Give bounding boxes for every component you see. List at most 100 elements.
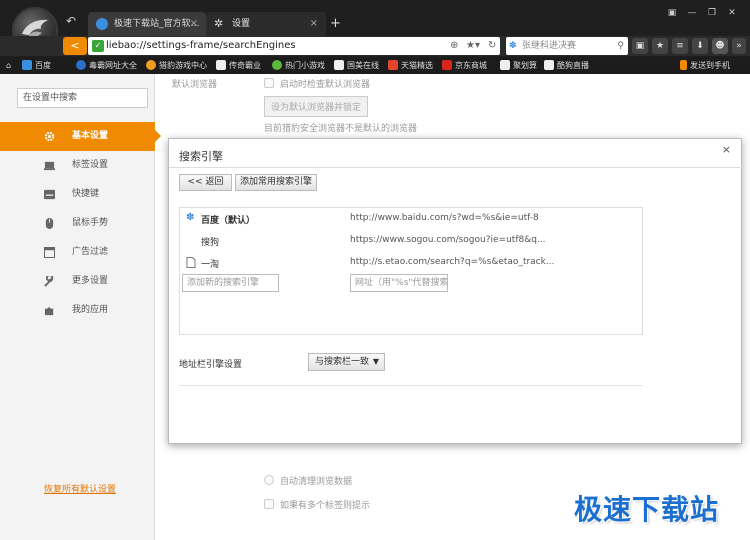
sidebar-item-label: 快捷键 xyxy=(72,189,100,199)
globe-icon xyxy=(96,18,108,30)
document-icon xyxy=(186,257,196,268)
tab-close-icon[interactable]: × xyxy=(190,12,198,36)
bookmark-gome[interactable]: 国美在线 xyxy=(334,57,379,74)
page-icon xyxy=(216,60,226,70)
multi-tab-option[interactable]: 如果有多个标签则提示 xyxy=(264,498,370,511)
search-engine-list: ✽ 百度（默认） http://www.baidu.com/s?wd=%s&ie… xyxy=(179,207,643,335)
settings-search-input[interactable]: 在设置中搜索 xyxy=(17,88,148,108)
search-icon[interactable]: ⚲ xyxy=(617,37,624,55)
page-icon xyxy=(500,60,510,70)
check-default-option[interactable]: 启动时检查默认浏览器 xyxy=(264,77,370,90)
address-bar-engine-select[interactable]: 与搜索栏一致 ▼ xyxy=(308,353,385,371)
sidebar-item-shortcuts[interactable]: 快捷键 xyxy=(0,180,155,209)
search-engines-dialog: 搜索引擎 × << 返回 添加常用搜索引擎 ✽ 百度（默认） http://ww… xyxy=(168,138,743,444)
favorite-star-icon[interactable]: ★▾ xyxy=(466,37,480,55)
sidebar-item-basic[interactable]: 基本设置 xyxy=(0,122,161,151)
maximize-button[interactable]: ❐ xyxy=(704,6,720,20)
history-back-icon[interactable]: ↶ xyxy=(66,14,76,28)
menu-icon[interactable]: ≡ xyxy=(672,38,688,54)
bookmark-duba[interactable]: 毒霸网址大全 xyxy=(76,57,137,74)
dialog-close-icon[interactable]: × xyxy=(722,143,731,156)
baidu-icon xyxy=(22,60,32,70)
sidebar-item-gestures[interactable]: 鼠标手势 xyxy=(0,209,155,238)
window-icon xyxy=(44,247,55,258)
engine-url: http://s.etao.com/search?q=%s&etao_track… xyxy=(350,257,555,267)
game-icon[interactable]: ☻ xyxy=(712,38,728,54)
tmall-icon xyxy=(388,60,398,70)
divider xyxy=(179,385,643,386)
tab-download-site[interactable]: 极速下载站_官方软… × xyxy=(88,12,206,36)
checkbox[interactable] xyxy=(264,78,274,88)
back-button[interactable]: << 返回 xyxy=(179,174,232,191)
download-icon[interactable]: ⬇ xyxy=(692,38,708,54)
phone-icon xyxy=(680,60,687,70)
game-center-icon xyxy=(146,60,156,70)
sidebar-item-apps[interactable]: 我的应用 xyxy=(0,296,155,325)
list-item[interactable]: 一淘 http://s.etao.com/search?q=%s&etao_tr… xyxy=(180,253,642,273)
address-bar-engine-label: 地址栏引擎设置 xyxy=(179,360,243,370)
engine-name: 百度（默认） xyxy=(201,216,256,226)
new-engine-name-input[interactable]: 添加新的搜索引擎 xyxy=(182,274,279,292)
default-browser-hint: 目前猎豹安全浏览器不是默认的浏览器 xyxy=(264,124,418,134)
minimize-button[interactable]: — xyxy=(684,6,700,20)
address-bar[interactable]: ✓ liebao://settings-frame/searchEngines … xyxy=(88,37,500,55)
tab-title: 极速下载站_官方软… xyxy=(114,19,200,29)
gear-icon: ✲ xyxy=(214,17,224,30)
close-window-button[interactable]: ✕ xyxy=(724,6,740,20)
more-icon[interactable]: » xyxy=(732,38,746,54)
compat-mode-icon[interactable]: ⊕ xyxy=(450,37,458,55)
duba-icon xyxy=(76,60,86,70)
default-browser-label: 默认浏览器 xyxy=(172,80,218,90)
skin-icon[interactable]: ▣ xyxy=(664,6,680,20)
back-button[interactable]: < xyxy=(63,37,87,55)
laptop-icon xyxy=(44,161,55,171)
new-engine-url-input[interactable]: 网址（用"%s"代替搜索字 xyxy=(350,274,448,292)
watermark: 极速下载站 xyxy=(574,493,720,526)
engine-name: 搜狗 xyxy=(201,238,220,248)
auto-clear-option[interactable]: 自动清理浏览数据 xyxy=(264,474,352,487)
list-item[interactable]: ✽ 百度（默认） http://www.baidu.com/s?wd=%s&ie… xyxy=(180,209,642,229)
page-icon xyxy=(334,60,344,70)
engine-url: http://www.baidu.com/s?wd=%s&ie=utf-8 xyxy=(350,213,539,223)
bookmarks-bar: ⌂ 百度 毒霸网址大全 猎豹游戏中心 传奇霸业 热门小游戏 国美在线 天猫精选 … xyxy=(0,57,750,74)
navigation-bar: < ✓ liebao://settings-frame/searchEngine… xyxy=(0,36,750,56)
bookmark-baidu[interactable]: 百度 xyxy=(22,57,51,74)
restore-defaults-link[interactable]: 恢复所有默认设置 xyxy=(44,482,116,495)
settings-search-placeholder: 在设置中搜索 xyxy=(23,93,78,103)
page-icon xyxy=(544,60,554,70)
sidebar-item-label: 鼠标手势 xyxy=(72,218,109,228)
tab-close-icon[interactable]: × xyxy=(310,12,318,36)
bookmark-juhuasuan[interactable]: 聚划算 xyxy=(500,57,537,74)
jd-icon xyxy=(442,60,452,70)
sidebar-item-tabs[interactable]: 标签设置 xyxy=(0,151,155,180)
lock-icon[interactable]: ▣ xyxy=(632,38,648,54)
search-box[interactable]: ✽ 张继科进决赛 ⚲ xyxy=(506,37,628,55)
add-common-engines-button[interactable]: 添加常用搜索引擎 xyxy=(235,174,317,191)
list-item[interactable]: 搜狗 https://www.sogou.com/sogou?ie=utf8&q… xyxy=(180,231,642,251)
mouse-icon xyxy=(45,218,54,229)
new-tab-button[interactable]: + xyxy=(330,16,341,31)
bookmark-chuanqi[interactable]: 传奇霸业 xyxy=(216,57,261,74)
sidebar-item-label: 标签设置 xyxy=(72,160,109,170)
send-to-phone[interactable]: 发送到手机 xyxy=(680,57,730,74)
puzzle-icon xyxy=(44,307,54,316)
bookmark-jd[interactable]: 京东商城 xyxy=(442,57,487,74)
sidebar-item-adblock[interactable]: 广告过滤 xyxy=(0,238,155,267)
refresh-icon[interactable]: ↻ xyxy=(488,37,496,55)
bookmark-minigames[interactable]: 热门小游戏 xyxy=(272,57,325,74)
tab-title: 设置 xyxy=(232,19,251,29)
star-icon[interactable]: ★ xyxy=(652,38,668,54)
radio[interactable] xyxy=(264,475,274,485)
sidebar-item-more[interactable]: 更多设置 xyxy=(0,267,155,296)
bookmark-kugou[interactable]: 酷狗直播 xyxy=(544,57,589,74)
settings-sidebar: 在设置中搜索 基本设置 标签设置 快捷键 鼠标手势 广告过滤 更多设置 我的应用… xyxy=(0,74,161,540)
home-icon[interactable]: ⌂ xyxy=(6,57,11,74)
bookmark-tmall[interactable]: 天猫精选 xyxy=(388,57,433,74)
gear-icon xyxy=(44,131,55,142)
search-placeholder: 张继科进决赛 xyxy=(522,41,577,51)
bookmark-games[interactable]: 猎豹游戏中心 xyxy=(146,57,207,74)
tab-settings[interactable]: ✲ 设置 × xyxy=(206,12,326,36)
set-default-button[interactable]: 设为默认浏览器并锁定 xyxy=(264,96,369,117)
checkbox[interactable] xyxy=(264,499,274,509)
sidebar-item-label: 我的应用 xyxy=(72,305,109,315)
